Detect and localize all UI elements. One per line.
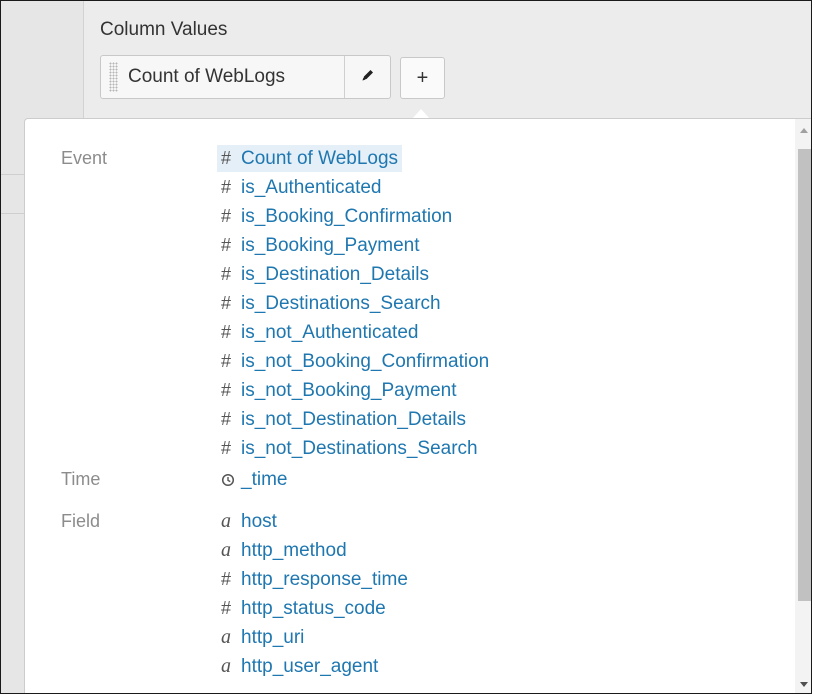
- numeric-type-icon: #: [221, 177, 232, 197]
- field-item-label: is_Booking_Confirmation: [241, 206, 453, 227]
- field-item-label: is_not_Authenticated: [241, 322, 419, 343]
- numeric-type-icon: #: [221, 322, 232, 342]
- add-column-value-button[interactable]: +: [400, 57, 445, 99]
- field-item[interactable]: # is_Destinations_Search: [217, 290, 445, 317]
- field-item[interactable]: a http_method: [217, 537, 351, 564]
- field-item-label: host: [241, 511, 277, 532]
- field-list: Event # Count of WebLogs # is_Authenticated #…: [25, 119, 795, 693]
- field-item[interactable]: # is_Authenticated: [217, 174, 386, 201]
- field-item-label: _time: [241, 469, 288, 490]
- field-item-label: is_Destination_Details: [241, 264, 429, 285]
- string-type-icon: a: [221, 510, 231, 532]
- field-item[interactable]: # Count of WebLogs: [217, 145, 403, 172]
- scroll-up-icon[interactable]: [795, 121, 811, 139]
- numeric-type-icon: #: [221, 569, 232, 589]
- field-item[interactable]: # http_status_code: [217, 595, 390, 622]
- field-picker-popup: Event # Count of WebLogs # is_Authenticated #…: [24, 118, 811, 693]
- field-item[interactable]: a http_uri: [217, 624, 308, 651]
- group-label-event: Event: [61, 148, 108, 168]
- pencil-icon: [361, 68, 375, 87]
- field-item-label: is_Authenticated: [241, 177, 382, 198]
- field-item[interactable]: a host: [217, 508, 281, 535]
- field-item-label: http_uri: [241, 627, 305, 648]
- numeric-type-icon: #: [221, 380, 232, 400]
- field-item[interactable]: a http_user_agent: [217, 653, 382, 680]
- string-type-icon: a: [221, 655, 231, 677]
- field-item-label: is_Destinations_Search: [241, 293, 441, 314]
- field-item-label: is_not_Destination_Details: [241, 409, 466, 430]
- field-item-label: http_user_agent: [241, 656, 379, 677]
- field-item-label: is_not_Booking_Payment: [241, 380, 457, 401]
- numeric-type-icon: #: [221, 148, 232, 168]
- scrollbar[interactable]: [795, 119, 811, 693]
- numeric-type-icon: #: [221, 293, 232, 313]
- column-values-panel: Column Values Count of WebLogs +: [84, 1, 811, 126]
- field-item-label: Count of WebLogs: [241, 148, 399, 169]
- field-item[interactable]: # is_not_Destination_Details: [217, 406, 470, 433]
- numeric-type-icon: #: [221, 409, 232, 429]
- group-label-field: Field: [61, 511, 101, 531]
- column-value-pill-label[interactable]: Count of WebLogs: [128, 66, 344, 88]
- field-item-label: is_not_Booking_Confirmation: [241, 351, 490, 372]
- field-item[interactable]: # is_not_Destinations_Search: [217, 435, 482, 462]
- numeric-type-icon: #: [221, 438, 232, 458]
- field-item[interactable]: # is_not_Booking_Payment: [217, 377, 460, 404]
- field-item-label: http_method: [241, 540, 347, 561]
- field-item-label: is_Booking_Payment: [241, 235, 420, 256]
- field-item[interactable]: # http_response_time: [217, 566, 412, 593]
- column-value-pill[interactable]: Count of WebLogs: [100, 55, 391, 99]
- app-frame: Column Values Count of WebLogs + Event # C…: [0, 0, 812, 694]
- scroll-down-icon[interactable]: [795, 676, 811, 693]
- numeric-type-icon: #: [221, 351, 232, 371]
- field-item-label: http_status_code: [241, 598, 386, 619]
- field-item[interactable]: _time: [217, 466, 291, 493]
- drag-handle-icon[interactable]: [109, 62, 118, 92]
- edit-button[interactable]: [344, 56, 390, 98]
- field-item-label: is_not_Destinations_Search: [241, 438, 478, 459]
- clock-icon: [221, 466, 241, 493]
- numeric-type-icon: #: [221, 598, 232, 618]
- field-item[interactable]: # is_Booking_Payment: [217, 232, 424, 259]
- field-item[interactable]: # is_not_Booking_Confirmation: [217, 348, 493, 375]
- string-type-icon: a: [221, 626, 231, 648]
- numeric-type-icon: #: [221, 264, 232, 284]
- field-item[interactable]: # is_Booking_Confirmation: [217, 203, 456, 230]
- field-item-label: http_response_time: [241, 569, 408, 590]
- field-item[interactable]: # is_Destination_Details: [217, 261, 433, 288]
- field-item[interactable]: # is_not_Authenticated: [217, 319, 422, 346]
- numeric-type-icon: #: [221, 235, 232, 255]
- string-type-icon: a: [221, 539, 231, 561]
- group-label-time: Time: [61, 469, 101, 489]
- numeric-type-icon: #: [221, 206, 232, 226]
- column-values-label: Column Values: [100, 19, 228, 40]
- scrollbar-thumb[interactable]: [798, 149, 811, 601]
